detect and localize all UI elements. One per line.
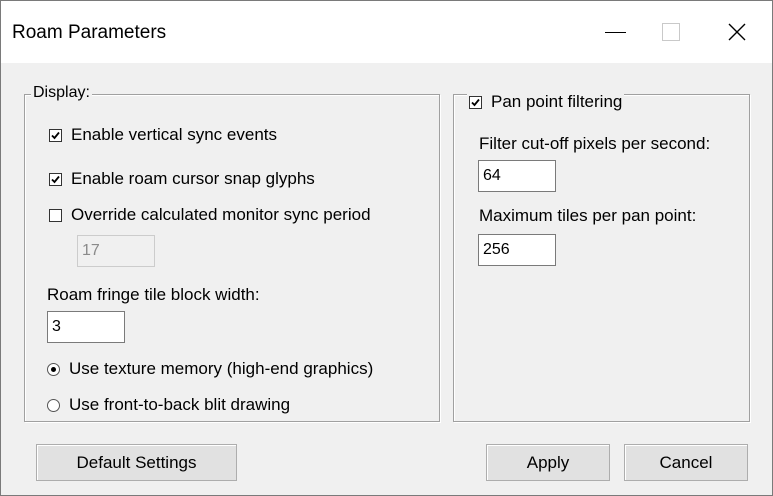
snap-glyphs-label: Enable roam cursor snap glyphs [71, 169, 315, 188]
display-group-legend: Display: [31, 84, 92, 102]
pan-filtering-label: Pan point filtering [491, 92, 623, 111]
minimize-icon [605, 31, 626, 33]
fringe-width-input[interactable]: 3 [47, 311, 125, 343]
default-settings-button[interactable]: Default Settings [36, 444, 237, 481]
checkbox-box [49, 208, 62, 222]
blit-drawing-label: Use front-to-back blit drawing [69, 395, 291, 414]
vsync-checkbox[interactable]: Enable vertical sync events [49, 125, 277, 145]
apply-button[interactable]: Apply [486, 444, 610, 481]
checkbox-box [49, 128, 62, 142]
blit-drawing-radio[interactable]: Use front-to-back blit drawing [47, 395, 290, 415]
roam-parameters-dialog: Roam Parameters Display: Enable vertical… [0, 0, 773, 496]
dialog-body: Display: Enable vertical sync events Ena… [1, 63, 772, 495]
cancel-button[interactable]: Cancel [624, 444, 748, 481]
texture-memory-radio[interactable]: Use texture memory (high-end graphics) [47, 359, 373, 379]
window-title: Roam Parameters [12, 22, 167, 43]
maximize-button [643, 1, 698, 63]
minimize-button[interactable] [588, 1, 643, 63]
title-bar: Roam Parameters [1, 1, 772, 63]
fringe-width-label: Roam fringe tile block width: [47, 285, 260, 304]
max-tiles-label: Maximum tiles per pan point: [479, 206, 697, 225]
cutoff-input[interactable]: 64 [478, 160, 556, 192]
checkbox-box [49, 172, 62, 186]
cutoff-label: Filter cut-off pixels per second: [479, 134, 711, 153]
override-sync-checkbox[interactable]: Override calculated monitor sync period [49, 205, 371, 225]
radio-dot [51, 366, 56, 372]
maximize-icon [661, 23, 680, 41]
check-icon [51, 175, 60, 183]
pan-filtering-checkbox[interactable]: Pan point filtering [467, 92, 625, 112]
vsync-label: Enable vertical sync events [71, 125, 277, 144]
check-icon [51, 131, 60, 139]
close-icon [728, 23, 745, 41]
override-sync-label: Override calculated monitor sync period [71, 205, 371, 224]
snap-glyphs-checkbox[interactable]: Enable roam cursor snap glyphs [49, 169, 315, 189]
texture-memory-label: Use texture memory (high-end graphics) [69, 359, 374, 378]
check-icon [471, 98, 480, 106]
radio-circle [47, 362, 60, 376]
close-button[interactable] [709, 1, 764, 63]
checkbox-box [469, 95, 482, 109]
sync-period-input[interactable]: 17 [77, 235, 155, 267]
max-tiles-input[interactable]: 256 [478, 234, 556, 266]
radio-circle [47, 398, 60, 412]
